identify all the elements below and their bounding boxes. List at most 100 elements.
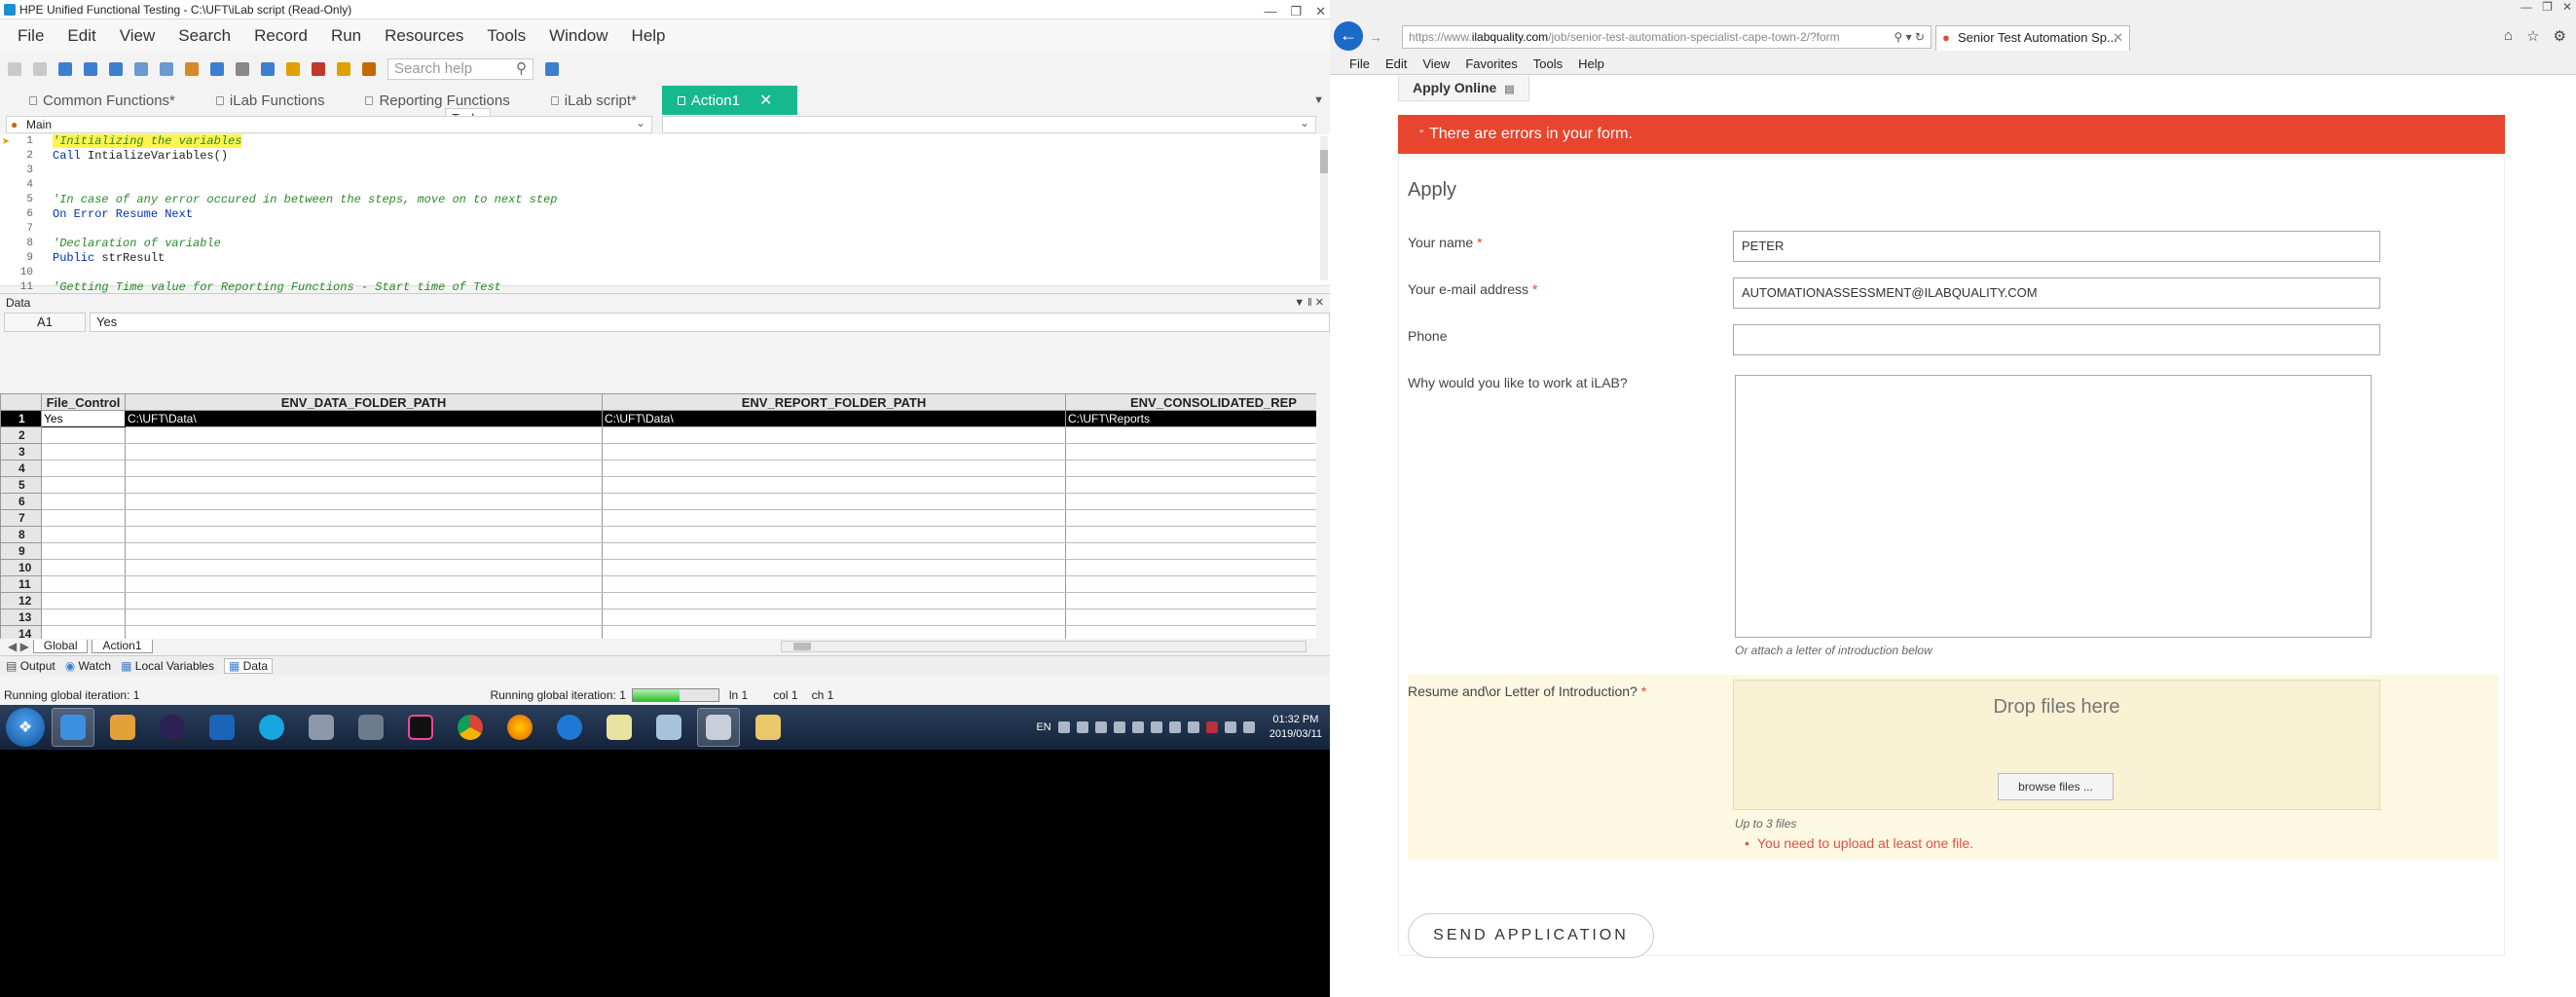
column-header[interactable]: ENV_DATA_FOLDER_PATH xyxy=(125,393,603,411)
column-header[interactable]: ENV_CONSOLIDATED_REP xyxy=(1065,393,1316,411)
menu-record[interactable]: Record xyxy=(246,26,323,46)
restore-icon[interactable]: ❐ xyxy=(2542,0,2553,14)
code-line[interactable]: 5 'In case of any error occured in betwee… xyxy=(0,193,1330,207)
table-cell[interactable] xyxy=(602,460,1066,477)
pane-controls[interactable]: ▼ ‖ ✕ xyxy=(1294,294,1324,312)
run-icon[interactable] xyxy=(261,62,275,76)
row-header[interactable]: 14 xyxy=(0,625,42,639)
help-icon[interactable] xyxy=(545,62,559,76)
tab-overflow-icon[interactable]: ▼ xyxy=(1313,94,1324,106)
close-icon[interactable]: ✕ xyxy=(1315,2,1326,21)
table-cell[interactable] xyxy=(602,609,1066,626)
taskbar-app-blue[interactable] xyxy=(548,708,591,747)
table-cell[interactable] xyxy=(41,575,126,593)
sheet-tab-action1[interactable]: Action1 xyxy=(92,640,153,653)
object-repository-icon[interactable] xyxy=(134,62,148,76)
table-cell[interactable] xyxy=(1065,526,1316,543)
email-input[interactable]: AUTOMATIONASSESSMENT@ILABQUALITY.COM xyxy=(1733,277,2380,309)
grid-h-scrollbar[interactable] xyxy=(781,641,1306,652)
table-cell[interactable] xyxy=(125,559,603,576)
taskbar-chrome[interactable] xyxy=(449,708,492,747)
volume-icon[interactable] xyxy=(1150,721,1162,733)
table-cell[interactable] xyxy=(41,426,126,444)
table-cell[interactable] xyxy=(125,526,603,543)
ie-menu-help[interactable]: Help xyxy=(1578,54,1604,74)
home-icon[interactable]: ⌂ xyxy=(2504,27,2513,45)
tray-icon[interactable] xyxy=(1057,721,1070,733)
network-tray-icon[interactable] xyxy=(1242,721,1255,733)
table-cell[interactable] xyxy=(41,443,126,461)
tray-icon[interactable] xyxy=(1094,721,1107,733)
start-button[interactable]: ❖ xyxy=(6,708,45,747)
menu-edit[interactable]: Edit xyxy=(59,26,111,46)
system-clock[interactable]: 01:32 PM 2019/03/11 xyxy=(1262,713,1322,742)
taskbar-ie[interactable] xyxy=(52,708,94,747)
table-cell[interactable] xyxy=(602,592,1066,609)
row-header[interactable]: 9 xyxy=(0,542,42,560)
menu-run[interactable]: Run xyxy=(323,26,377,46)
table-cell[interactable] xyxy=(602,625,1066,639)
table-cell[interactable] xyxy=(41,625,126,639)
column-header[interactable]: File_Control xyxy=(41,393,126,411)
ie-menu-view[interactable]: View xyxy=(1422,54,1450,74)
ie-menu-tools[interactable]: Tools xyxy=(1533,54,1563,74)
table-cell[interactable] xyxy=(1065,575,1316,593)
new-icon[interactable] xyxy=(8,62,21,76)
code-line[interactable]: 8 'Declaration of variable xyxy=(0,237,1330,251)
tab-ilab-script[interactable]: iLab script* xyxy=(535,86,662,115)
settings-gear-icon[interactable]: ⚙ xyxy=(2554,27,2566,45)
row-header[interactable]: 11 xyxy=(0,575,42,593)
close-tab-icon[interactable]: ✕ xyxy=(2113,26,2123,50)
taskbar-tools[interactable] xyxy=(350,708,392,747)
row-header[interactable]: 1 xyxy=(0,410,42,427)
cell-reference[interactable]: A1 xyxy=(4,313,86,332)
taskbar-network[interactable] xyxy=(300,708,343,747)
table-cell[interactable] xyxy=(41,542,126,560)
scope-select[interactable]: ● Main xyxy=(6,115,652,133)
send-application-button[interactable]: SEND APPLICATION xyxy=(1408,913,1654,958)
table-cell[interactable] xyxy=(41,592,126,609)
apply-online-tab[interactable]: Apply Online ▤ xyxy=(1398,76,1529,101)
browser-tab[interactable]: ● Senior Test Automation Sp... ✕ xyxy=(1935,25,2130,51)
row-header[interactable]: 12 xyxy=(0,592,42,609)
sheet-nav-icon[interactable]: ◀ ▶ xyxy=(8,640,29,653)
ie-menu-favorites[interactable]: Favorites xyxy=(1465,54,1517,74)
taskbar-notes[interactable] xyxy=(598,708,641,747)
table-cell[interactable] xyxy=(125,460,603,477)
table-cell[interactable]: C:\UFT\Reports xyxy=(1065,410,1316,427)
close-tab-icon[interactable]: ✕ xyxy=(759,91,772,110)
taskbar-files[interactable] xyxy=(647,708,690,747)
tray-icon[interactable] xyxy=(1168,721,1181,733)
tab-action1[interactable]: Action1 ✕ xyxy=(661,86,798,115)
name-input[interactable]: PETER xyxy=(1733,231,2380,262)
table-cell[interactable] xyxy=(1065,542,1316,560)
back-button[interactable]: ← xyxy=(1334,21,1363,51)
columns-icon[interactable] xyxy=(84,62,97,76)
row-header[interactable]: 3 xyxy=(0,443,42,461)
corner-cell[interactable] xyxy=(0,393,42,411)
menu-search[interactable]: Search xyxy=(170,26,246,46)
close-icon[interactable]: ✕ xyxy=(2562,0,2572,14)
table-cell[interactable] xyxy=(125,592,603,609)
search-icon[interactable]: ⚲ xyxy=(516,59,527,79)
table-cell[interactable] xyxy=(1065,625,1316,639)
row-header[interactable]: 2 xyxy=(0,426,42,444)
table-cell[interactable] xyxy=(1065,559,1316,576)
table-cell[interactable] xyxy=(1065,493,1316,510)
taskbar-outlook[interactable] xyxy=(201,708,243,747)
table-cell[interactable]: C:\UFT\Data\ xyxy=(602,410,1066,427)
table-cell[interactable] xyxy=(125,575,603,593)
save-icon[interactable] xyxy=(58,62,72,76)
table-cell[interactable] xyxy=(1065,509,1316,527)
menu-view[interactable]: View xyxy=(112,26,171,46)
table-cell[interactable]: Yes xyxy=(41,410,126,427)
step-icon[interactable] xyxy=(160,62,173,76)
tab-ilab-functions[interactable]: iLab Functions xyxy=(201,86,350,115)
menu-resources[interactable]: Resources xyxy=(377,26,479,46)
table-cell[interactable] xyxy=(125,609,603,626)
table-cell[interactable] xyxy=(125,625,603,639)
table-cell[interactable] xyxy=(41,559,126,576)
copy-icon[interactable] xyxy=(33,62,47,76)
tray-icon[interactable] xyxy=(1131,721,1144,733)
minimize-icon[interactable]: — xyxy=(1264,2,1276,21)
